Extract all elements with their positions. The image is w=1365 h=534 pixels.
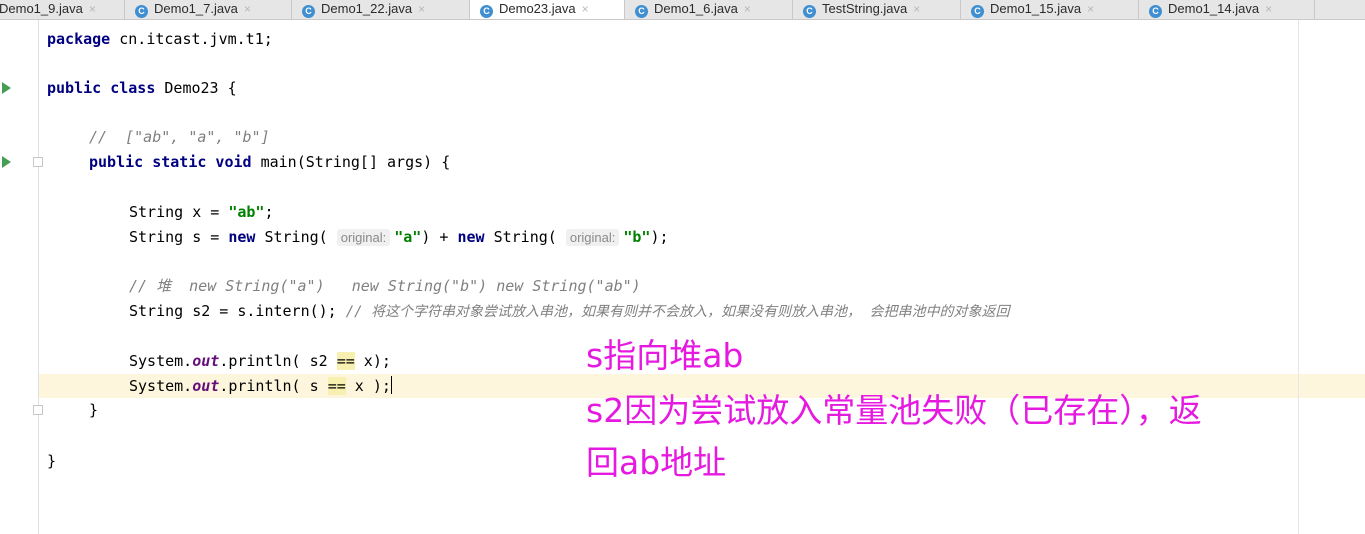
code-line: public class Demo23 { xyxy=(47,79,237,97)
fold-icon[interactable] xyxy=(33,157,43,167)
tab-label: TestString.java xyxy=(822,1,908,16)
tab-demo1-7[interactable]: C Demo1_7.java × xyxy=(125,0,292,19)
code-line: // 堆 new String("a") new String("b") new… xyxy=(129,277,641,295)
close-tab-icon[interactable]: × xyxy=(744,2,751,16)
tab-label: Demo1_15.java xyxy=(990,1,1082,16)
close-tab-icon[interactable]: × xyxy=(1087,2,1094,16)
editor-tab-bar: Demo1_9.java × C Demo1_7.java × C Demo1_22.j… xyxy=(0,0,1365,20)
code-line: package cn.itcast.jvm.t1; xyxy=(47,30,273,48)
tab-label: Demo1_14.java xyxy=(1168,1,1260,16)
class-icon: C xyxy=(803,5,816,18)
annotation-line-2: s2因为尝试放入常量池失败（已存在），返 xyxy=(586,391,1202,430)
code-editor[interactable]: package cn.itcast.jvm.t1; public class D… xyxy=(0,0,1009,470)
tab-demo1-22[interactable]: C Demo1_22.java × xyxy=(292,0,470,19)
code-line: System.out.println( s == x ); xyxy=(129,376,392,395)
close-tab-icon[interactable]: × xyxy=(418,2,425,16)
tab-demo23[interactable]: C Demo23.java × xyxy=(470,0,625,19)
tab-label: Demo1_6.java xyxy=(654,1,738,16)
close-tab-icon[interactable]: × xyxy=(913,2,920,16)
tab-label: Demo1_22.java xyxy=(321,1,413,16)
annotation-line-3: 回ab地址 xyxy=(586,443,727,482)
tab-demo1-14[interactable]: C Demo1_14.java × xyxy=(1139,0,1315,19)
right-margin-guide xyxy=(1298,20,1299,534)
code-line: String x = "ab"; xyxy=(129,203,274,221)
code-line: public static void main(String[] args) { xyxy=(89,153,451,171)
code-line: System.out.println( s2 == x); xyxy=(129,352,391,370)
class-icon: C xyxy=(302,5,315,18)
annotation-line-1: s指向堆ab xyxy=(586,336,744,375)
code-line: String s = new String( original: "a") + n… xyxy=(129,228,669,246)
class-icon: C xyxy=(480,5,493,18)
tab-demo1-9[interactable]: Demo1_9.java × xyxy=(0,0,125,19)
class-icon: C xyxy=(135,5,148,18)
code-line: } xyxy=(89,401,99,419)
class-icon: C xyxy=(1149,5,1162,18)
tab-teststring[interactable]: C TestString.java × xyxy=(793,0,961,19)
tab-demo1-15[interactable]: C Demo1_15.java × xyxy=(961,0,1139,19)
parameter-hint: original: xyxy=(565,229,620,246)
code-line: // ["ab", "a", "b"] xyxy=(89,128,270,146)
tab-demo1-6[interactable]: C Demo1_6.java × xyxy=(625,0,793,19)
class-icon: C xyxy=(635,5,648,18)
parameter-hint: original: xyxy=(336,229,391,246)
code-line: String s2 = s.intern(); // 将这个字符串对象尝试放入串… xyxy=(129,302,1010,320)
close-tab-icon[interactable]: × xyxy=(582,2,589,16)
close-tab-icon[interactable]: × xyxy=(89,2,96,16)
fold-icon[interactable] xyxy=(33,405,43,415)
code-line: } xyxy=(47,452,57,470)
tab-label: Demo1_7.java xyxy=(154,1,238,16)
close-tab-icon[interactable]: × xyxy=(1265,2,1272,16)
text-caret xyxy=(390,376,392,394)
class-icon: C xyxy=(971,5,984,18)
tab-label: Demo23.java xyxy=(499,1,576,16)
close-tab-icon[interactable]: × xyxy=(244,2,251,16)
